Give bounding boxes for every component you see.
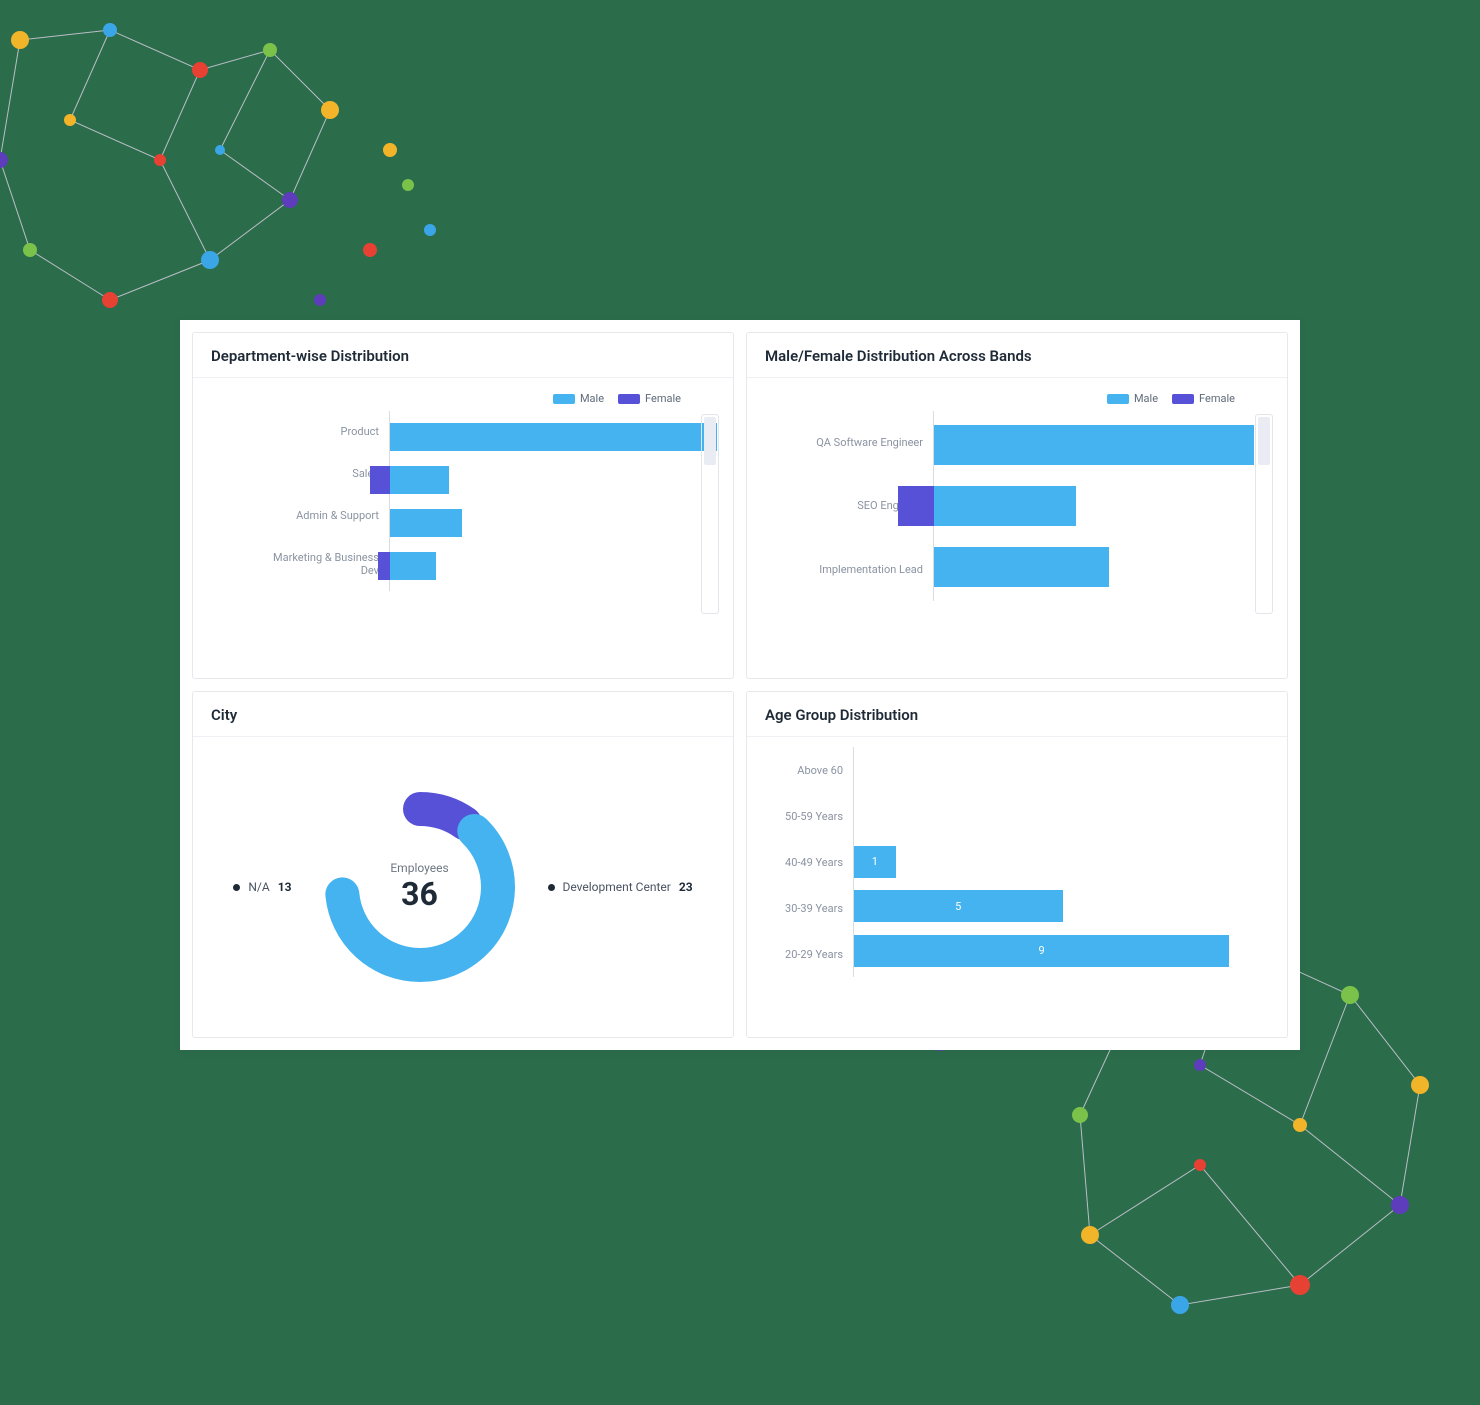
bar-chart: QA Software Engineer SEO Engineer Implem… <box>803 411 1271 601</box>
card-body: Male Female Product Sales Admin & Suppor… <box>193 378 733 678</box>
card-city: City N/A 13 Employees 36 <box>192 691 734 1038</box>
donut-center-value: 36 <box>401 875 438 913</box>
chart-scrollbar[interactable] <box>701 414 719 614</box>
donut: Employees 36 <box>320 787 520 987</box>
axis-label: Admin & Support <box>269 509 379 522</box>
axis-label: Product <box>269 425 379 438</box>
bar-row <box>934 547 1271 587</box>
axis-label: 40-49 Years <box>763 856 843 869</box>
dashboard-panel: Department-wise Distribution Male Female… <box>180 320 1300 1050</box>
chart-scrollbar[interactable] <box>1255 414 1273 614</box>
bar-row: 1 <box>854 846 1271 878</box>
callout-label: Development Center <box>563 880 671 894</box>
axis-label: 20-29 Years <box>763 948 843 961</box>
card-body: N/A 13 Employees 36 Develo <box>193 737 733 1037</box>
axis-label: Marketing & Business Dev <box>269 551 379 577</box>
bar-value: 1 <box>872 855 878 868</box>
card-title: Age Group Distribution <box>747 692 1287 737</box>
legend-item-male: Male <box>553 392 604 405</box>
card-body: Above 60 50-59 Years 40-49 Years 30-39 Y… <box>747 737 1287 1037</box>
bar-row: 5 <box>854 890 1271 922</box>
bars-area <box>933 411 1271 601</box>
axis-label: QA Software Engineer <box>803 436 923 449</box>
card-bands-distribution: Male/Female Distribution Across Bands Ma… <box>746 332 1288 679</box>
bar-row <box>934 425 1271 465</box>
axis-label: 50-59 Years <box>763 810 843 823</box>
bar-value: 5 <box>955 900 961 913</box>
legend-item-female: Female <box>618 392 681 405</box>
legend-label: Female <box>645 392 681 405</box>
bar-row <box>390 466 717 494</box>
bar-row <box>934 486 1271 526</box>
bars-area <box>389 411 717 591</box>
legend-label: Male <box>1134 392 1158 405</box>
card-title: Male/Female Distribution Across Bands <box>747 333 1287 378</box>
legend-label: Male <box>580 392 604 405</box>
bar-value: 9 <box>1039 944 1045 957</box>
card-title: City <box>193 692 733 737</box>
legend-item-male: Male <box>1107 392 1158 405</box>
axis-label: Sales <box>269 467 379 480</box>
bullet-icon <box>548 884 555 891</box>
axis-label: Implementation Lead <box>803 563 923 576</box>
legend: Male Female <box>209 388 717 411</box>
bar-row <box>854 802 1271 834</box>
bar-row <box>390 509 717 537</box>
bullet-icon <box>233 884 240 891</box>
callout-value: 13 <box>278 880 292 894</box>
donut-center: Employees 36 <box>362 829 478 945</box>
bar-row: 9 <box>854 935 1271 967</box>
bar-chart: Above 60 50-59 Years 40-49 Years 30-39 Y… <box>763 747 1271 977</box>
axis-label: 30-39 Years <box>763 902 843 915</box>
axis-label: Above 60 <box>763 764 843 777</box>
donut-chart: N/A 13 Employees 36 Develo <box>209 747 717 1027</box>
card-age-distribution: Age Group Distribution Above 60 50-59 Ye… <box>746 691 1288 1038</box>
bar-row <box>390 423 717 451</box>
legend-item-female: Female <box>1172 392 1235 405</box>
callout-devcenter: Development Center 23 <box>548 880 693 894</box>
bar-row <box>854 757 1271 789</box>
card-department-distribution: Department-wise Distribution Male Female… <box>192 332 734 679</box>
legend-label: Female <box>1199 392 1235 405</box>
bar-chart: Product Sales Admin & Support Marketing … <box>269 411 717 591</box>
donut-center-label: Employees <box>390 861 448 875</box>
callout-label: N/A <box>248 880 269 894</box>
bar-row <box>390 552 717 580</box>
callout-na: N/A 13 <box>233 880 291 894</box>
card-title: Department-wise Distribution <box>193 333 733 378</box>
legend: Male Female <box>763 388 1271 411</box>
y-axis-labels: Above 60 50-59 Years 40-49 Years 30-39 Y… <box>763 747 853 977</box>
y-axis-labels: Product Sales Admin & Support Marketing … <box>269 411 389 591</box>
bars-area: 1 5 9 <box>853 747 1271 977</box>
callout-value: 23 <box>679 880 693 894</box>
card-body: Male Female QA Software Engineer SEO Eng… <box>747 378 1287 678</box>
